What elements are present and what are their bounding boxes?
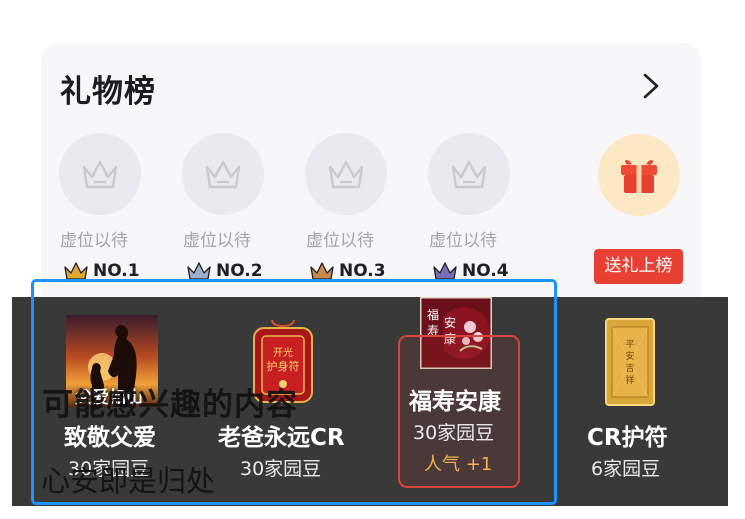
empty-avatar	[59, 133, 141, 215]
vacant-label: 虚位以待	[60, 231, 128, 251]
gift-box-icon[interactable]	[598, 134, 680, 216]
crown-icon	[205, 160, 241, 189]
gift-board-title: 礼物榜	[60, 74, 156, 110]
rank-crown-icon	[310, 262, 334, 280]
vacant-label: 虚位以待	[306, 231, 374, 251]
svg-text:平: 平	[625, 339, 634, 350]
svg-text:祥: 祥	[625, 374, 634, 386]
empty-avatar	[182, 133, 264, 215]
vacant-label: 虚位以待	[429, 231, 497, 251]
selection-frame	[31, 279, 557, 505]
crown-icon	[82, 160, 118, 189]
chevron-right-icon[interactable]	[639, 72, 663, 100]
svg-text:安: 安	[625, 350, 634, 362]
rank-crown-icon	[64, 262, 88, 280]
empty-avatar	[428, 133, 510, 215]
gift-price: 6家园豆	[591, 458, 661, 480]
vacant-label: 虚位以待	[183, 231, 251, 251]
rank-crown-icon	[433, 262, 457, 280]
rank-crown-icon	[187, 262, 211, 280]
gift-image-charm: 平 安 吉 祥	[604, 317, 656, 411]
crown-icon	[451, 160, 487, 189]
svg-text:吉: 吉	[625, 363, 634, 374]
crown-icon	[328, 160, 364, 189]
send-gift-button[interactable]: 送礼上榜	[594, 249, 683, 284]
empty-avatar	[305, 133, 387, 215]
gift-name[interactable]: CR护符	[587, 418, 668, 452]
